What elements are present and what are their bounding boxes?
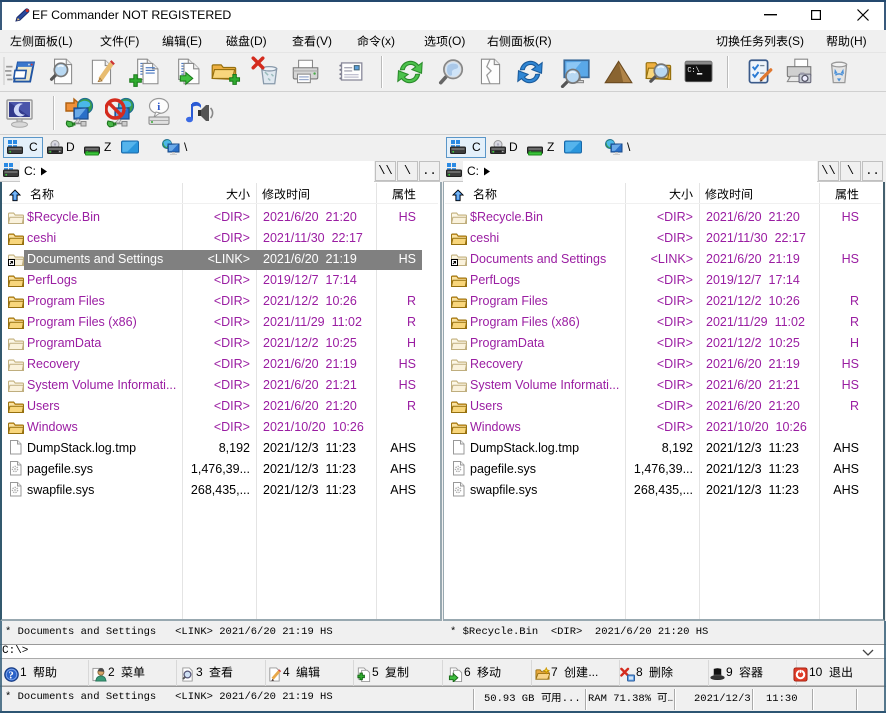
svg-text:?: ?	[8, 669, 13, 681]
svg-text:i: i	[157, 101, 160, 113]
